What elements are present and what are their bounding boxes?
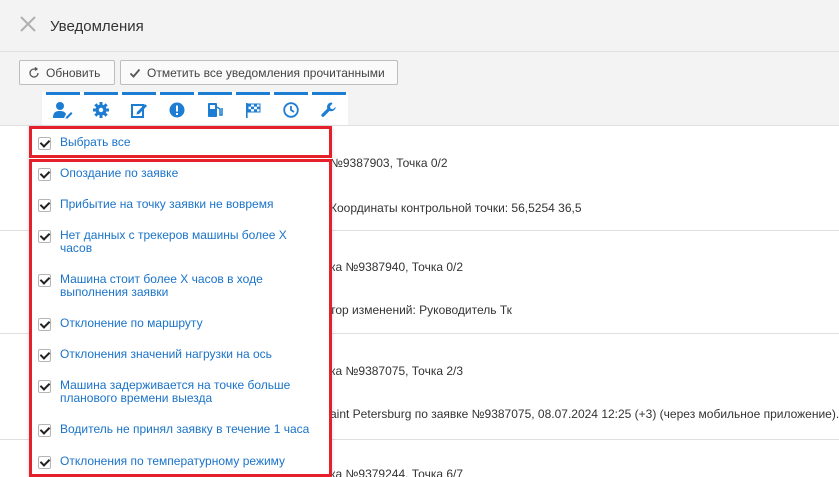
mark-all-read-label: Отметить все уведомления прочитанными (147, 65, 385, 80)
filter-finish[interactable] (236, 92, 270, 125)
checkered-flag-icon (246, 103, 261, 118)
clock-icon (283, 102, 299, 118)
edit-icon (131, 104, 147, 118)
refresh-button[interactable]: Обновить (19, 60, 115, 85)
check-icon (129, 68, 141, 78)
filter-edit[interactable] (122, 92, 156, 125)
filter-user-edit[interactable] (46, 92, 80, 125)
options-highlight-frame (29, 159, 332, 477)
notification-title: ка №9379244, Точка 6/7 (330, 467, 464, 477)
notification-detail: тор изменений: Руководитель Тк (330, 303, 512, 317)
filter-settings[interactable] (84, 92, 118, 125)
alert-icon (169, 102, 185, 118)
notification-title: ка №9387075, Точка 2/3 (330, 364, 464, 378)
gear-icon (93, 102, 109, 118)
filter-fuel[interactable] (198, 92, 232, 125)
notification-title: №9387903, Точка 0/2 (330, 156, 448, 170)
notification-detail: Координаты контрольной точки: 56,5254 36… (330, 201, 582, 215)
notification-title: ка №9387940, Точка 0/2 (330, 260, 464, 274)
select-all-highlight-frame (29, 126, 332, 158)
filter-icon-bar (42, 92, 348, 125)
mark-all-read-button[interactable]: Отметить все уведомления прочитанными (120, 60, 398, 85)
filter-time[interactable] (274, 92, 308, 125)
notification-detail: aint Petersburg по заявке №9387075, 08.0… (330, 407, 839, 421)
fuel-icon (208, 103, 223, 117)
user-edit-icon (53, 102, 73, 119)
refresh-button-label: Обновить (46, 65, 101, 80)
close-icon[interactable] (19, 15, 37, 33)
wrench-icon (321, 102, 336, 117)
filter-service[interactable] (312, 92, 346, 125)
header: Уведомления (0, 0, 839, 52)
page-title: Уведомления (50, 18, 144, 35)
filter-alert[interactable] (160, 92, 194, 125)
toolbar: Обновить Отметить все уведомления прочит… (0, 52, 839, 92)
refresh-icon (29, 66, 39, 78)
